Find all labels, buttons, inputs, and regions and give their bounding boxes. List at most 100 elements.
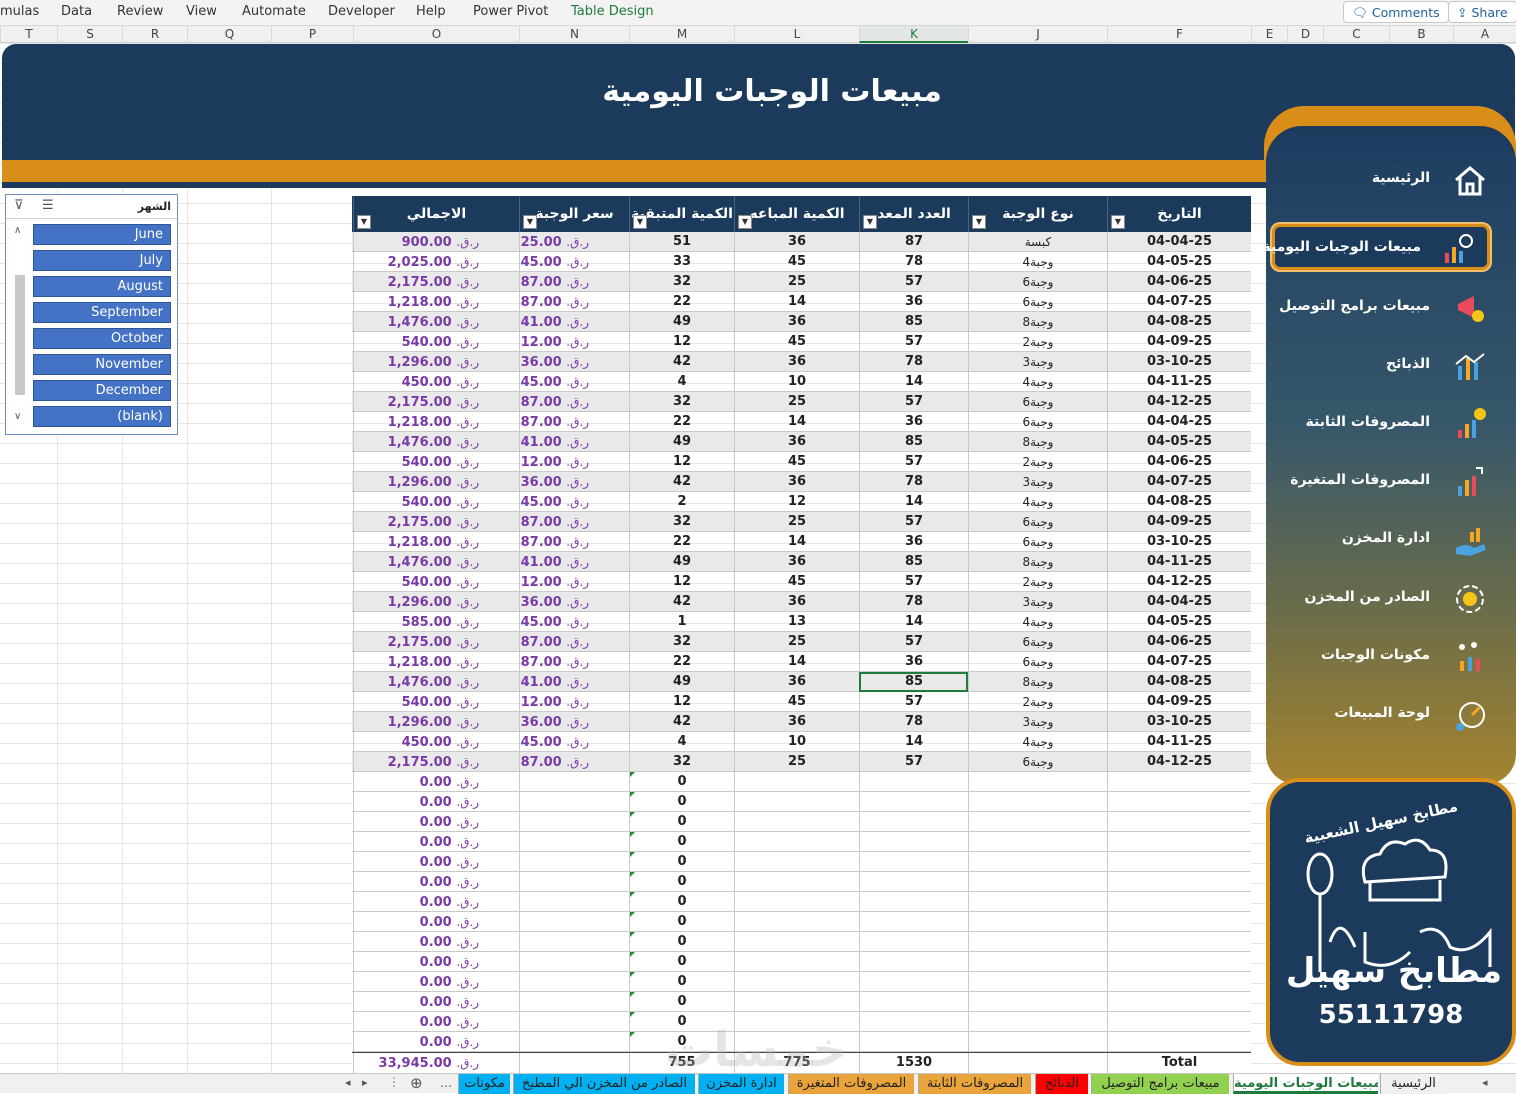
prepared-cell[interactable]: 85 (859, 432, 968, 452)
sold-cell[interactable]: 14 (734, 412, 859, 432)
meal-type-cell[interactable] (968, 852, 1107, 872)
total-cell[interactable]: ر.ق. 1,218.00 (353, 652, 519, 672)
total-cell[interactable]: ر.ق. 0.00 (353, 992, 519, 1012)
add-sheet-icon[interactable]: ⊕ (410, 1074, 423, 1092)
meal-type-cell[interactable] (968, 952, 1107, 972)
filter-dropdown-icon[interactable]: ▼ (863, 215, 877, 229)
total-cell[interactable]: ر.ق. 1,296.00 (353, 352, 519, 372)
price-cell[interactable]: ر.ق. 41.00 (519, 432, 629, 452)
meal-type-cell[interactable]: وجبة4 (968, 492, 1107, 512)
price-cell[interactable]: ر.ق. 36.00 (519, 352, 629, 372)
sold-cell[interactable] (734, 812, 859, 832)
remaining-cell[interactable]: 42 (629, 592, 734, 612)
header-meal-type[interactable]: نوع الوجبة ▼ (968, 196, 1107, 232)
column-header[interactable]: B (1389, 26, 1453, 43)
sheet-tab-0[interactable]: الرئيسية (1380, 1074, 1446, 1094)
sold-cell[interactable]: 36 (734, 552, 859, 572)
sold-cell[interactable]: 14 (734, 532, 859, 552)
ribbon-tab-automate[interactable]: Automate (242, 4, 306, 19)
remaining-cell[interactable]: 12 (629, 452, 734, 472)
meal-type-cell[interactable]: وجبة8 (968, 672, 1107, 692)
total-cell[interactable]: ر.ق. 2,175.00 (353, 632, 519, 652)
sold-cell[interactable] (734, 852, 859, 872)
price-cell[interactable] (519, 1032, 629, 1052)
remaining-cell[interactable]: 0 (629, 912, 734, 932)
sold-cell[interactable] (734, 872, 859, 892)
total-cell[interactable]: ر.ق. 900.00 (353, 232, 519, 252)
meal-type-cell[interactable]: وجبة6 (968, 532, 1107, 552)
prepared-cell[interactable]: 78 (859, 712, 968, 732)
total-cell[interactable]: ر.ق. 1,218.00 (353, 412, 519, 432)
price-cell[interactable]: ر.ق. 45.00 (519, 612, 629, 632)
prepared-cell[interactable]: 36 (859, 292, 968, 312)
slicer-item-september[interactable]: September (33, 302, 171, 323)
prepared-cell[interactable]: 14 (859, 372, 968, 392)
sidebar-item-4[interactable]: المصروفات الثابتة (1274, 402, 1514, 448)
total-cell[interactable]: ر.ق. 0.00 (353, 832, 519, 852)
meal-type-cell[interactable] (968, 772, 1107, 792)
header-prepared[interactable]: العدد المعد ▼ (859, 196, 968, 232)
prepared-cell[interactable]: 85 (859, 312, 968, 332)
price-cell[interactable] (519, 932, 629, 952)
sold-cell[interactable]: 36 (734, 472, 859, 492)
sold-cell[interactable] (734, 932, 859, 952)
prepared-cell[interactable]: 36 (859, 652, 968, 672)
meal-type-cell[interactable]: وجبة4 (968, 372, 1107, 392)
sold-cell[interactable]: 14 (734, 652, 859, 672)
total-cell[interactable]: ر.ق. 450.00 (353, 732, 519, 752)
column-header[interactable]: C (1323, 26, 1389, 43)
filter-dropdown-icon[interactable]: ▼ (1111, 215, 1125, 229)
meal-type-cell[interactable] (968, 1032, 1107, 1052)
total-cell[interactable]: ر.ق. 1,296.00 (353, 472, 519, 492)
remaining-cell[interactable]: 0 (629, 852, 734, 872)
price-cell[interactable]: ر.ق. 36.00 (519, 472, 629, 492)
sold-cell[interactable] (734, 772, 859, 792)
price-cell[interactable]: ر.ق. 25.00 (519, 232, 629, 252)
total-cell[interactable]: ر.ق. 2,175.00 (353, 752, 519, 772)
remaining-cell[interactable]: 32 (629, 512, 734, 532)
meal-type-cell[interactable] (968, 812, 1107, 832)
chevron-down-icon[interactable]: ∨ (14, 411, 21, 422)
ribbon-tab-data[interactable]: Data (61, 4, 92, 19)
price-cell[interactable]: ر.ق. 87.00 (519, 512, 629, 532)
remaining-cell[interactable]: 12 (629, 572, 734, 592)
date-cell[interactable]: 04-04-25 (1107, 592, 1251, 612)
date-cell[interactable]: 04-12-25 (1107, 572, 1251, 592)
sold-cell[interactable] (734, 952, 859, 972)
remaining-cell[interactable]: 32 (629, 632, 734, 652)
remaining-cell[interactable]: 22 (629, 412, 734, 432)
total-cell[interactable]: ر.ق. 1,476.00 (353, 552, 519, 572)
date-cell[interactable]: 04-08-25 (1107, 672, 1251, 692)
price-cell[interactable] (519, 952, 629, 972)
sidebar-item-5[interactable]: المصروفات المتغيرة (1274, 460, 1514, 506)
sidebar-item-1[interactable]: مبيعات الوجبات اليومية (1263, 224, 1490, 270)
sold-cell[interactable]: 25 (734, 272, 859, 292)
prepared-cell[interactable] (859, 1032, 968, 1052)
prepared-cell[interactable]: 57 (859, 572, 968, 592)
sold-cell[interactable]: 36 (734, 232, 859, 252)
prepared-cell[interactable] (859, 852, 968, 872)
prepared-cell[interactable]: 57 (859, 392, 968, 412)
total-cell[interactable]: ر.ق. 2,175.00 (353, 392, 519, 412)
sidebar-item-0[interactable]: الرئيسية (1274, 158, 1514, 204)
remaining-cell[interactable]: 0 (629, 952, 734, 972)
remaining-cell[interactable]: 32 (629, 272, 734, 292)
remaining-cell[interactable]: 51 (629, 232, 734, 252)
slicer-item-june[interactable]: June (33, 224, 171, 245)
remaining-cell[interactable]: 0 (629, 812, 734, 832)
prepared-cell[interactable] (859, 772, 968, 792)
meal-type-cell[interactable] (968, 892, 1107, 912)
remaining-cell[interactable]: 0 (629, 772, 734, 792)
remaining-cell[interactable]: 22 (629, 652, 734, 672)
grand-total-cell[interactable]: ر.ق. 33,945.00 (353, 1053, 519, 1073)
meal-type-cell[interactable]: وجبة3 (968, 592, 1107, 612)
sold-cell[interactable]: 13 (734, 612, 859, 632)
date-cell[interactable] (1107, 872, 1251, 892)
date-cell[interactable] (1107, 892, 1251, 912)
total-cell[interactable]: ر.ق. 1,296.00 (353, 592, 519, 612)
total-cell[interactable]: ر.ق. 0.00 (353, 872, 519, 892)
total-cell[interactable]: ر.ق. 540.00 (353, 492, 519, 512)
total-cell[interactable]: ر.ق. 0.00 (353, 772, 519, 792)
chevron-up-icon[interactable]: ∧ (14, 225, 21, 236)
price-cell[interactable]: ر.ق. 87.00 (519, 752, 629, 772)
